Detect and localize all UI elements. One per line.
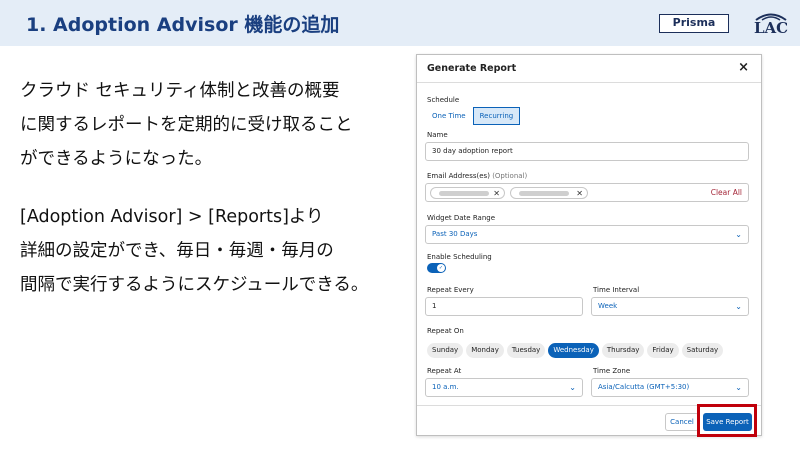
email-input[interactable]: ✕ ✕ Clear All xyxy=(425,183,749,202)
repeat-at-select[interactable]: 10 a.m. ⌄ xyxy=(425,378,583,397)
widget-date-range-value: Past 30 Days xyxy=(432,230,478,238)
remove-chip-icon[interactable]: ✕ xyxy=(493,185,500,202)
email-chip: ✕ xyxy=(430,187,505,199)
description-paragraph-2: [Adoption Advisor] > [Reports]より 詳細の設定がで… xyxy=(20,200,368,302)
chevron-down-icon: ⌄ xyxy=(735,230,742,239)
slide-title: 1. Adoption Advisor 機能の追加 xyxy=(26,14,340,36)
email-label-text: Email Address(es) xyxy=(427,172,490,180)
enable-scheduling-toggle[interactable]: ✓ xyxy=(427,263,446,273)
repeat-at-value: 10 a.m. xyxy=(432,383,459,391)
schedule-label: Schedule xyxy=(427,96,460,104)
paragraph-line: 詳細の設定ができ、毎日・毎週・毎月の xyxy=(20,241,334,261)
email-optional-text: (Optional) xyxy=(492,172,528,180)
day-wednesday-button[interactable]: Wednesday xyxy=(548,343,599,358)
chevron-down-icon: ⌄ xyxy=(735,383,742,392)
clear-all-link[interactable]: Clear All xyxy=(711,184,742,201)
repeat-every-input[interactable]: 1 xyxy=(425,297,583,316)
time-interval-value: Week xyxy=(598,302,618,310)
check-icon: ✓ xyxy=(437,264,445,272)
email-label: Email Address(es) (Optional) xyxy=(427,172,527,180)
day-monday-button[interactable]: Monday xyxy=(466,343,504,358)
chevron-down-icon: ⌄ xyxy=(735,302,742,311)
cancel-button[interactable]: Cancel xyxy=(665,413,699,431)
dialog-title: Generate Report xyxy=(427,63,517,74)
day-sunday-button[interactable]: Sunday xyxy=(427,343,464,358)
day-friday-button[interactable]: Friday xyxy=(647,343,679,358)
paragraph-line: ができるようになった。 xyxy=(20,149,213,169)
lac-logo-text: LAC xyxy=(754,19,789,37)
redacted-email xyxy=(439,191,489,196)
time-zone-label: Time Zone xyxy=(593,367,631,375)
dialog-header: Generate Report × xyxy=(417,55,761,83)
enable-scheduling-label: Enable Scheduling xyxy=(427,253,492,261)
day-saturday-button[interactable]: Saturday xyxy=(681,343,724,358)
paragraph-line: [Adoption Advisor] > [Reports]より xyxy=(20,207,324,227)
email-chip: ✕ xyxy=(510,187,588,199)
schedule-toggle-group: One Time Recurring xyxy=(425,107,521,125)
close-icon[interactable]: × xyxy=(738,60,749,75)
day-thursday-button[interactable]: Thursday xyxy=(601,343,645,358)
description-paragraph-1: クラウド セキュリティ体制と改善の概要 に関するレポートを定期的に受け取ること … xyxy=(20,74,353,176)
name-label: Name xyxy=(427,131,448,139)
remove-chip-icon[interactable]: ✕ xyxy=(576,185,583,202)
chevron-down-icon: ⌄ xyxy=(569,383,576,392)
prisma-badge: Prisma xyxy=(659,14,729,33)
schedule-one-time-button[interactable]: One Time xyxy=(425,107,473,125)
widget-date-range-select[interactable]: Past 30 Days ⌄ xyxy=(425,225,749,244)
repeat-on-label: Repeat On xyxy=(427,327,464,335)
repeat-at-label: Repeat At xyxy=(427,367,462,375)
redacted-email xyxy=(519,191,569,196)
repeat-every-label: Repeat Every xyxy=(427,286,474,294)
widget-date-range-label: Widget Date Range xyxy=(427,214,496,222)
schedule-recurring-button[interactable]: Recurring xyxy=(472,107,521,125)
day-tuesday-button[interactable]: Tuesday xyxy=(506,343,546,358)
time-zone-select[interactable]: Asia/Calcutta (GMT+5:30) ⌄ xyxy=(591,378,749,397)
paragraph-line: クラウド セキュリティ体制と改善の概要 xyxy=(20,81,340,101)
paragraph-line: 間隔で実行するようにスケジュールできる。 xyxy=(20,275,369,295)
name-input[interactable]: 30 day adoption report xyxy=(425,142,749,161)
generate-report-dialog: Generate Report × Schedule One Time Recu… xyxy=(416,54,762,436)
time-zone-value: Asia/Calcutta (GMT+5:30) xyxy=(598,383,690,391)
time-interval-select[interactable]: Week ⌄ xyxy=(591,297,749,316)
save-button-highlight xyxy=(697,404,757,437)
paragraph-line: に関するレポートを定期的に受け取ること xyxy=(20,115,353,135)
repeat-on-days: Sunday Monday Tuesday Wednesday Thursday… xyxy=(427,343,724,358)
time-interval-label: Time Interval xyxy=(593,286,640,294)
